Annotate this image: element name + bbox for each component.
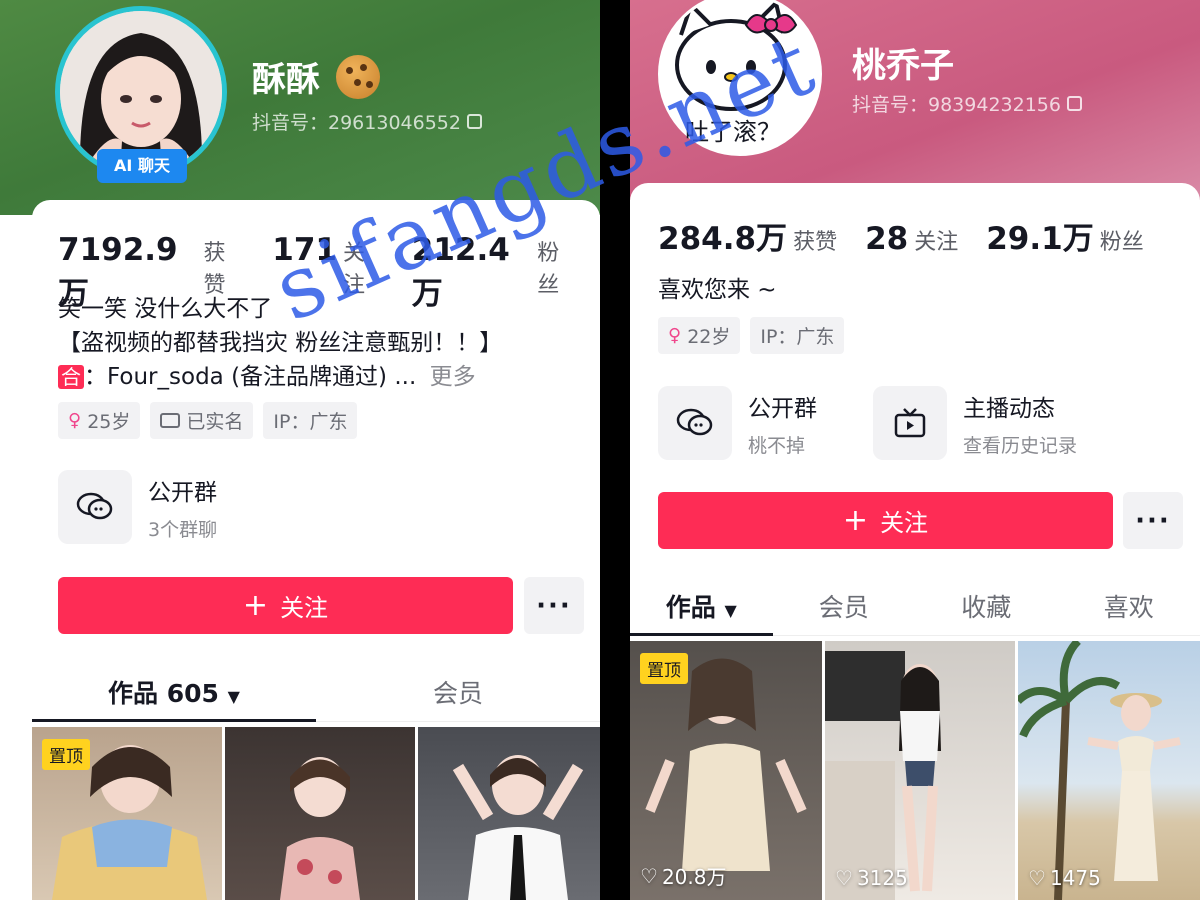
ai-chat-badge[interactable]: AI 聊天	[97, 149, 187, 183]
video-grid: 置顶	[32, 727, 600, 900]
group-subtitle: 桃不掉	[748, 434, 806, 457]
female-icon: ♀	[68, 410, 82, 431]
video-thumbnail[interactable]: ♡ 1475	[1018, 641, 1200, 900]
verified-text: 已实名	[186, 411, 244, 433]
tags-row: ♀ 25岁 已实名 IP：广东	[58, 402, 358, 439]
plus-icon: +	[842, 503, 869, 538]
followers-count[interactable]: 29.1万	[986, 213, 1094, 258]
tab-works[interactable]: 作品 605 ▼	[32, 666, 316, 722]
douyin-id[interactable]: 抖音号：98394232156	[852, 90, 1082, 117]
ip-tag: IP：广东	[263, 402, 358, 439]
tags-row: ♀ 22岁 IP：广东	[658, 317, 845, 354]
avatar-caption: 吐了滚？	[685, 118, 781, 146]
copy-icon[interactable]	[1066, 96, 1082, 111]
female-icon: ♀	[668, 325, 682, 346]
bio-line: 合：Four_soda (备注品牌通过) ... 更多	[58, 360, 588, 394]
id-card-icon	[160, 413, 181, 428]
more-options-button[interactable]: ···	[524, 577, 584, 634]
content-tabs: 作品 ▼ 会员 收藏 喜欢	[630, 580, 1200, 636]
bio: 笑一笑 没什么大不了 【盗视频的都替我挡灾 粉丝注意甄别！！】 合：Four_s…	[58, 292, 588, 394]
content-tabs: 作品 605 ▼ 会员	[32, 666, 600, 722]
likes-count: 3125	[856, 866, 908, 890]
age-text: 22岁	[687, 326, 731, 348]
video-thumbnail[interactable]: ♡ 3125	[825, 641, 1015, 900]
divider	[600, 0, 630, 900]
likes-overlay: ♡ 1475	[1028, 866, 1101, 890]
pinned-badge: 置顶	[42, 739, 90, 770]
bio-line: 【盗视频的都替我挡灾 粉丝注意甄别！！】	[58, 330, 503, 356]
heart-icon: ♡	[835, 866, 853, 890]
likes-count: 20.8万	[661, 865, 727, 889]
likes-count: 1475	[1049, 866, 1101, 890]
bio-more-link[interactable]: 更多	[430, 364, 476, 390]
caret-down-icon: ▼	[227, 687, 240, 706]
bio-line: 笑一笑 没什么大不了	[58, 296, 273, 322]
cooperation-badge: 合	[58, 365, 84, 389]
group-chat-icon	[658, 386, 732, 460]
cookie-icon	[336, 55, 380, 99]
douyin-id-text: 抖音号：98394232156	[852, 94, 1061, 116]
video-thumbnail[interactable]	[225, 727, 415, 900]
age-text: 25岁	[87, 411, 131, 433]
tab-works[interactable]: 作品 ▼	[630, 580, 773, 636]
age-tag: ♀ 22岁	[658, 317, 741, 354]
plus-icon: +	[242, 588, 269, 623]
followers-label: 粉丝	[537, 241, 560, 298]
caret-down-icon: ▼	[724, 601, 737, 620]
heart-icon: ♡	[640, 863, 658, 888]
public-group-tile[interactable]: 公开群 桃不掉	[658, 386, 817, 460]
group-title: 公开群	[748, 395, 817, 422]
video-grid: 置顶 ♡ 20.8万 ♡ 3125 ♡ 1475	[630, 641, 1200, 900]
likes-overlay: ♡ 20.8万	[640, 861, 726, 890]
group-subtitle: 3个群聊	[148, 518, 218, 541]
copy-icon[interactable]	[466, 114, 482, 129]
tv-icon	[873, 386, 947, 460]
video-thumbnail[interactable]	[418, 727, 600, 900]
profile-panel-right: 吐了滚？ 桃乔子 抖音号：98394232156 284.8万 获赞 28 关注…	[630, 0, 1200, 900]
video-thumbnail[interactable]: 置顶 ♡ 20.8万	[630, 641, 822, 900]
following-label: 关注	[914, 230, 959, 255]
likes-overlay: ♡ 3125	[835, 866, 908, 890]
profile-name: 桃乔子	[852, 46, 954, 86]
likes-label: 获赞	[203, 241, 226, 298]
profile-name: 酥酥	[252, 60, 320, 100]
likes-count[interactable]: 284.8万	[658, 213, 787, 258]
following-label: 关注	[342, 241, 365, 298]
tab-works-label: 作品 605	[108, 679, 219, 708]
follow-label: 关注	[880, 509, 929, 537]
tab-membership[interactable]: 会员	[773, 580, 916, 635]
bio: 喜欢您来 ~	[658, 277, 777, 303]
video-thumbnail[interactable]: 置顶	[32, 727, 222, 900]
follow-button[interactable]: + 关注	[658, 492, 1113, 549]
followers-label: 粉丝	[1099, 230, 1144, 255]
public-group-tile[interactable]: 公开群 3个群聊	[58, 470, 217, 544]
tab-membership[interactable]: 会员	[316, 666, 600, 721]
bio-contact: ：Four_soda (备注品牌通过) ...	[84, 364, 417, 390]
follow-button[interactable]: + 关注	[58, 577, 513, 634]
live-subtitle: 查看历史记录	[963, 434, 1078, 457]
stats-row: 284.8万 获赞 28 关注 29.1万 粉丝	[658, 213, 1166, 258]
douyin-id[interactable]: 抖音号：29613046552	[252, 108, 482, 135]
pinned-badge: 置顶	[640, 653, 688, 684]
ip-tag: IP：广东	[750, 317, 845, 354]
likes-label: 获赞	[793, 230, 838, 255]
live-title: 主播动态	[963, 395, 1055, 422]
profile-panel-left: AI 聊天 酥酥 抖音号：29613046552 7192.9万 获赞 171 …	[0, 0, 600, 900]
group-title: 公开群	[148, 479, 217, 506]
more-options-button[interactable]: ···	[1123, 492, 1183, 549]
heart-icon: ♡	[1028, 866, 1046, 890]
following-count[interactable]: 28	[865, 221, 908, 257]
tab-liked[interactable]: 喜欢	[1058, 580, 1200, 635]
tab-favorites[interactable]: 收藏	[915, 580, 1058, 635]
douyin-id-text: 抖音号：29613046552	[252, 112, 461, 134]
live-history-tile[interactable]: 主播动态 查看历史记录	[873, 386, 1077, 460]
age-tag: ♀ 25岁	[58, 402, 141, 439]
following-count[interactable]: 171	[272, 232, 337, 268]
tab-works-label: 作品	[665, 593, 716, 622]
follow-label: 关注	[280, 594, 329, 622]
group-chat-icon	[58, 470, 132, 544]
verified-tag: 已实名	[150, 402, 254, 439]
